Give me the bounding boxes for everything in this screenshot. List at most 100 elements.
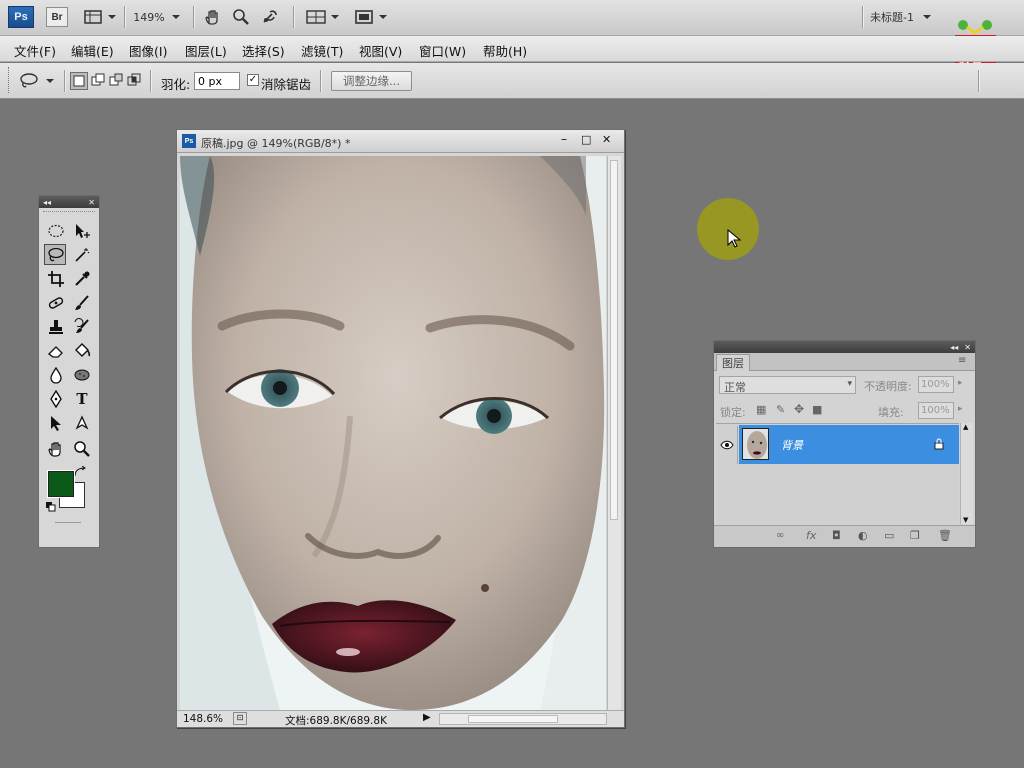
layer-style-icon[interactable]: fx <box>806 529 816 542</box>
quick-mask-button[interactable] <box>55 522 81 536</box>
lock-position-icon[interactable]: ✥ <box>794 402 804 416</box>
menu-filter[interactable]: 滤镜(T) <box>301 41 343 60</box>
menu-layer[interactable]: 图层(L) <box>185 41 227 60</box>
tab-layers[interactable]: 图层 <box>716 354 750 371</box>
menu-view[interactable]: 视图(V) <box>359 41 402 60</box>
vertical-scrollbar[interactable] <box>607 156 621 710</box>
scroll-up-icon[interactable]: ▲ <box>963 423 968 431</box>
photoshop-logo-icon[interactable]: Ps <box>8 6 34 28</box>
horizontal-scrollbar[interactable] <box>439 713 607 725</box>
shape-tool[interactable] <box>71 412 93 433</box>
close-icon[interactable]: ✕ <box>964 343 971 352</box>
swap-colors-icon[interactable] <box>73 465 87 478</box>
trash-icon[interactable]: 🗑 <box>938 529 952 542</box>
rotate-view-button[interactable] <box>258 7 280 27</box>
workspace-switcher[interactable]: 未标题-1 <box>870 7 950 27</box>
new-selection-button[interactable] <box>70 72 88 90</box>
menu-select[interactable]: 选择(S) <box>242 41 285 60</box>
feather-input[interactable] <box>194 72 240 90</box>
new-layer-icon[interactable]: ❐ <box>910 529 920 542</box>
adjustment-layer-icon[interactable]: ◐ <box>858 529 868 542</box>
add-to-selection-button[interactable] <box>90 72 108 90</box>
maximize-icon[interactable]: □ <box>581 133 591 146</box>
eraser-tool[interactable] <box>45 340 67 361</box>
paint-bucket-tool[interactable] <box>71 340 93 361</box>
brush-tool[interactable] <box>71 292 93 313</box>
menu-help[interactable]: 帮助(H) <box>483 41 527 60</box>
move-tool[interactable] <box>71 220 93 241</box>
image-canvas[interactable] <box>180 156 606 710</box>
magic-wand-tool[interactable] <box>71 244 93 265</box>
layer-name[interactable]: 背景 <box>781 437 803 453</box>
blur-tool[interactable] <box>45 364 67 385</box>
hand-icon <box>48 441 61 457</box>
collapse-icon[interactable]: ◂◂ <box>950 343 958 352</box>
horizontal-scroll-thumb[interactable] <box>468 715 558 723</box>
zoom-tool[interactable] <box>71 438 93 459</box>
layers-scrollbar[interactable]: ▲ ▼ <box>960 423 973 524</box>
dodge-tool[interactable] <box>71 364 93 385</box>
vertical-scroll-thumb[interactable] <box>610 160 618 520</box>
intersect-selection-button[interactable] <box>126 72 144 90</box>
subtract-from-selection-button[interactable] <box>108 72 126 90</box>
lock-pixels-icon[interactable]: ✎ <box>776 403 785 416</box>
refine-edge-button[interactable]: 调整边缘... <box>331 71 412 91</box>
document-title-bar[interactable]: Ps 原稿.jpg @ 149%(RGB/8*) * – □ ✕ <box>177 130 624 153</box>
healing-brush-tool[interactable] <box>45 292 67 313</box>
type-tool[interactable]: T <box>71 388 93 409</box>
menu-image[interactable]: 图像(I) <box>129 41 167 60</box>
antialias-checkbox[interactable]: ✓ <box>247 74 259 86</box>
portrait-image <box>180 156 606 710</box>
layer-mask-icon[interactable]: ◘ <box>832 529 841 542</box>
tools-panel-header[interactable]: ◂◂ ✕ <box>39 196 99 208</box>
collapse-icon[interactable]: ◂◂ <box>43 198 51 207</box>
menu-edit[interactable]: 编辑(E) <box>71 41 114 60</box>
pen-tool[interactable] <box>45 388 67 409</box>
view-extras-button[interactable] <box>80 7 120 27</box>
hand-tool[interactable] <box>45 438 67 459</box>
layer-visibility-toggle[interactable] <box>716 426 738 464</box>
lock-all-icon[interactable]: ■ <box>812 403 822 416</box>
custom-shape-icon <box>75 414 89 430</box>
menu-window[interactable]: 窗口(W) <box>419 41 466 60</box>
arrange-documents-button[interactable] <box>303 7 343 27</box>
close-icon[interactable]: ✕ <box>602 133 611 146</box>
opacity-slider-arrow-icon[interactable]: ▸ <box>958 378 963 388</box>
fill-input[interactable]: 100% <box>918 402 954 419</box>
document-zoom-value[interactable]: 148.6% <box>183 713 223 725</box>
default-colors-icon[interactable] <box>46 501 56 512</box>
status-menu-arrow-icon[interactable]: ▶ <box>423 712 431 723</box>
blend-mode-dropdown[interactable]: 正常 ▾ <box>719 376 856 394</box>
link-layers-icon[interactable]: ∞ <box>776 530 784 541</box>
magnifier-icon <box>233 9 249 25</box>
panel-menu-icon[interactable]: ≡ <box>958 355 966 366</box>
path-selection-tool[interactable] <box>45 412 67 433</box>
clone-stamp-tool[interactable] <box>45 316 67 337</box>
lock-transparency-icon[interactable]: ▦ <box>756 403 766 416</box>
fill-slider-arrow-icon[interactable]: ▸ <box>958 404 963 414</box>
foreground-color-swatch[interactable] <box>47 470 75 498</box>
tool-preset-picker[interactable] <box>18 71 58 91</box>
layer-row-background[interactable]: 背景 <box>739 425 959 464</box>
lasso-tool[interactable] <box>44 244 66 265</box>
hand-tool-button[interactable] <box>202 7 224 27</box>
status-info-icon[interactable]: ⊡ <box>233 712 247 725</box>
crop-tool[interactable] <box>45 268 67 289</box>
close-icon[interactable]: ✕ <box>88 198 95 207</box>
screen-mode-button[interactable] <box>351 7 391 27</box>
eyedropper-tool[interactable] <box>71 268 93 289</box>
menu-file[interactable]: 文件(F) <box>14 41 56 60</box>
bridge-button[interactable]: Br <box>46 7 68 27</box>
options-grip[interactable] <box>8 67 11 93</box>
new-group-icon[interactable]: ▭ <box>884 529 894 542</box>
layers-panel-header[interactable]: ◂◂ ✕ <box>714 341 975 353</box>
minimize-icon[interactable]: – <box>561 132 567 146</box>
opacity-input[interactable]: 100% <box>918 376 954 393</box>
zoom-tool-button[interactable] <box>230 7 252 27</box>
scroll-down-icon[interactable]: ▼ <box>963 516 968 524</box>
menu-bar: 文件(F) 编辑(E) 图像(I) 图层(L) 选择(S) 滤镜(T) 视图(V… <box>0 36 1024 62</box>
zoom-level-dropdown[interactable]: 149% <box>130 7 184 27</box>
eraser-icon <box>48 345 63 358</box>
history-brush-tool[interactable] <box>71 316 93 337</box>
marquee-tool[interactable] <box>45 220 67 241</box>
